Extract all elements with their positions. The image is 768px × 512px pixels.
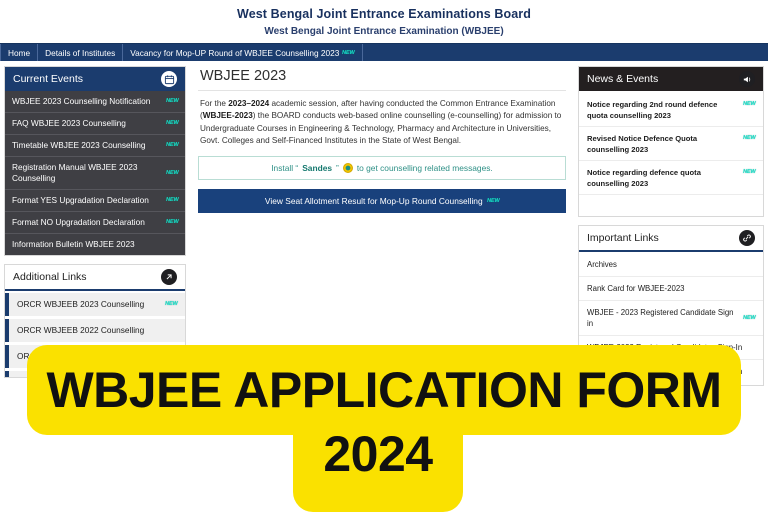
news-events-title: News & Events: [587, 73, 659, 85]
list-item-label: Notice regarding defence quota counselli…: [587, 168, 701, 188]
new-badge-icon: NEW: [164, 301, 178, 307]
list-item[interactable]: Registration Manual WBJEE 2023 Counselli…: [5, 157, 185, 190]
list-item-label: Format YES Upgradation Declaration: [12, 195, 149, 205]
external-link-icon: [161, 269, 177, 285]
list-item[interactable]: Rank Card for WBJEE-2023: [579, 277, 763, 301]
current-events-title: Current Events: [13, 73, 84, 85]
nav-item-label: Details of Institutes: [45, 47, 116, 58]
nav-item-home[interactable]: Home: [0, 44, 39, 61]
sandes-install-banner[interactable]: Install “Sandes” to get counselling rela…: [198, 155, 566, 180]
list-item-label: Registration Manual WBJEE 2023 Counselli…: [12, 162, 138, 183]
list-item-label: Timetable WBJEE 2023 Counselling: [12, 140, 146, 150]
view-seat-allotment-button[interactable]: View Seat Allotment Result for Mop-Up Ro…: [198, 188, 566, 213]
nav-item-label: Home: [8, 47, 31, 58]
list-item[interactable]: ORCR WBJEEB 2022 Counselling: [5, 319, 185, 342]
main-navbar: Home Details of Institutes Vacancy for M…: [0, 43, 768, 61]
new-badge-icon: NEW: [742, 135, 756, 141]
paragraph-part-bold: WBJEE-2023: [202, 111, 253, 121]
list-item-label: Archives: [587, 260, 617, 269]
megaphone-icon: [739, 71, 755, 87]
paragraph-part: For the: [200, 99, 229, 108]
list-item-label: WBJEE 2023 Counselling Notification: [12, 96, 151, 106]
nav-item-label: Vacancy for Mop-UP Round of WBJEE Counse…: [130, 47, 340, 58]
paragraph-part-bold: 2023–2024: [228, 99, 270, 108]
promo-banner: 2024 WBJEE APPLICATION FORM: [0, 345, 768, 512]
list-item-label: ORCR WBJEEB 2022 Counselling: [17, 325, 145, 335]
list-item[interactable]: Format YES Upgradation Declaration NEW: [5, 190, 185, 212]
list-item[interactable]: Archives: [579, 253, 763, 277]
new-badge-icon: NEW: [165, 219, 179, 225]
link-chain-icon: [739, 230, 755, 246]
install-tail-text: to get counselling related messages.: [356, 162, 493, 173]
left-column: Current Events WBJEE 2023 Counselling No…: [4, 66, 186, 386]
list-item-label: WBJEE - 2023 Registered Candidate Sign i…: [587, 308, 734, 328]
important-links-title: Important Links: [587, 232, 659, 244]
list-item[interactable]: WBJEE - 2023 Registered Candidate Sign i…: [579, 301, 763, 336]
list-item-label: Revised Notice Defence Quota counselling…: [587, 134, 698, 154]
new-badge-icon: NEW: [742, 101, 756, 107]
list-item[interactable]: NEW Revised Notice Defence Quota counsel…: [579, 127, 763, 161]
current-events-header: Current Events: [5, 67, 185, 91]
new-badge-icon: NEW: [486, 197, 500, 204]
page-subtitle: West Bengal Joint Entrance Examination (…: [264, 26, 504, 37]
sandes-app-name: Sandes: [302, 162, 333, 173]
list-item[interactable]: FAQ WBJEE 2023 Counselling NEW: [5, 113, 185, 135]
allotment-button-label: View Seat Allotment Result for Mop-Up Ro…: [264, 195, 483, 206]
new-badge-icon: NEW: [742, 314, 756, 321]
news-events-header: News & Events: [579, 67, 763, 91]
sandes-app-icon: [342, 162, 353, 173]
important-links-header: Important Links: [579, 226, 763, 252]
page-root: West Bengal Joint Entrance Examinations …: [0, 0, 768, 512]
install-prefix: Install “: [271, 162, 299, 173]
list-item[interactable]: Information Bulletin WBJEE 2023: [5, 234, 185, 255]
list-item[interactable]: Timetable WBJEE 2023 Counselling NEW: [5, 135, 185, 157]
main-heading: WBJEE 2023: [198, 66, 566, 91]
install-suffix: ”: [336, 162, 339, 173]
list-item-label: Information Bulletin WBJEE 2023: [12, 239, 135, 249]
main-column: WBJEE 2023 For the 2023–2024 academic se…: [194, 66, 570, 213]
list-item[interactable]: ORCR WBJEEB 2023 Counselling NEW: [5, 293, 185, 316]
list-item-label: Format NO Upgradation Declaration: [12, 217, 145, 227]
main-paragraph: For the 2023–2024 academic session, afte…: [198, 91, 566, 156]
new-badge-icon: NEW: [742, 169, 756, 175]
paragraph-part: ) the BOARD conducts web-based online co…: [200, 111, 562, 146]
new-badge-icon: NEW: [165, 197, 179, 203]
list-item-label: FAQ WBJEE 2023 Counselling: [12, 118, 126, 128]
new-badge-icon: NEW: [165, 169, 179, 176]
nav-item-vacancy-mopup[interactable]: Vacancy for Mop-UP Round of WBJEE Counse…: [123, 44, 363, 61]
promo-banner-headline: WBJEE APPLICATION FORM: [46, 362, 722, 418]
current-events-list: WBJEE 2023 Counselling Notification NEW …: [5, 91, 185, 255]
new-badge-icon: NEW: [165, 120, 179, 126]
new-badge-icon: NEW: [341, 49, 356, 56]
current-events-panel: Current Events WBJEE 2023 Counselling No…: [4, 66, 186, 256]
list-item-label: ORCR WBJEEB 2023 Counselling: [17, 299, 145, 309]
list-item[interactable]: Format NO Upgradation Declaration NEW: [5, 212, 185, 234]
new-badge-icon: NEW: [165, 142, 179, 148]
site-header: West Bengal Joint Entrance Examinations …: [0, 0, 768, 39]
new-badge-icon: NEW: [165, 98, 179, 104]
calendar-icon: [161, 71, 177, 87]
additional-links-title: Additional Links: [13, 271, 87, 283]
page-title: West Bengal Joint Entrance Examinations …: [237, 7, 531, 21]
list-item[interactable]: NEW Notice regarding 2nd round defence q…: [579, 93, 763, 127]
nav-item-details-of-institutes[interactable]: Details of Institutes: [38, 44, 124, 61]
list-item[interactable]: WBJEE 2023 Counselling Notification NEW: [5, 91, 185, 113]
news-events-panel: News & Events NEW Notice regarding 2nd r…: [578, 66, 764, 217]
additional-links-header: Additional Links: [5, 265, 185, 291]
promo-banner-upper-block: WBJEE APPLICATION FORM: [27, 345, 741, 435]
news-list-spacer: [579, 195, 763, 212]
list-item-label: Rank Card for WBJEE-2023: [587, 284, 685, 293]
list-item-label: Notice regarding 2nd round defence quota…: [587, 100, 718, 120]
news-events-list: NEW Notice regarding 2nd round defence q…: [579, 91, 763, 216]
list-item[interactable]: NEW Notice regarding defence quota couns…: [579, 161, 763, 195]
